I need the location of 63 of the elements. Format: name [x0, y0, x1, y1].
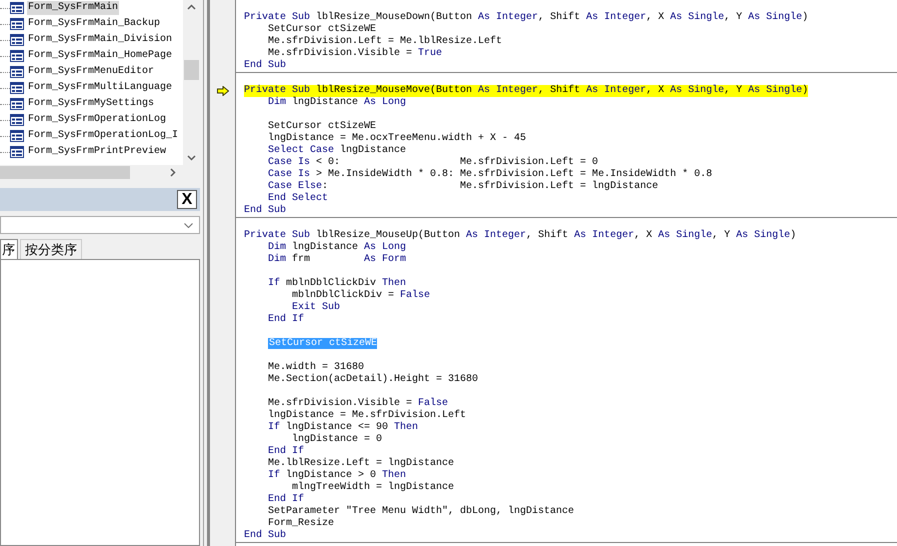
code-line: Private Sub lblResize_MouseUp(Button As Integer, Shift As Integer, X As Single, Y As Single)	[244, 230, 796, 242]
property-tab[interactable]: 序	[0, 239, 18, 259]
code-line: SetParameter "Tree Menu Width", dbLong, lngDistance	[267, 506, 574, 518]
code-line: Me.width = 31680	[267, 362, 364, 374]
code-line: lngDistance = 0	[291, 434, 382, 446]
code-line: Dim frm As Form	[267, 254, 406, 266]
code-line: Case Is < 0: Me.sfrDivision.Left = 0	[267, 157, 598, 168]
tree-item[interactable]: Form_SysFrmMain	[27, 1, 120, 15]
code-editor[interactable]	[236, 0, 897, 546]
code-line: End Select	[267, 193, 328, 204]
property-tab[interactable]: 按分类序	[20, 239, 82, 259]
form-icon	[10, 18, 24, 30]
tree-item[interactable]: Form_SysFrmMain_Division	[27, 33, 174, 47]
code-line: Dim lngDistance As Long	[267, 97, 406, 109]
form-icon	[10, 146, 24, 158]
code-line: Me.sfrDivision.Visible = True	[267, 48, 442, 60]
code-line: Case Else: Me.sfrDivision.Left = lngDistance	[267, 181, 658, 192]
object-dropdown[interactable]	[0, 216, 200, 234]
code-line: lngDistance = Me.sfrDivision.Left	[267, 410, 466, 422]
tree-item[interactable]: Form_SysFrmMenuEditor	[27, 65, 156, 79]
code-line: Me.sfrDivision.Left = Me.lblResize.Left	[267, 36, 502, 48]
tree-item[interactable]: Form_SysFrmMain_HomePage	[27, 49, 174, 63]
tree-item[interactable]: Form_SysFrmOperationLog	[27, 113, 168, 127]
code-line: Exit Sub	[291, 302, 340, 314]
tree-item[interactable]: Form_SysFrmPrintPreview	[27, 145, 168, 159]
vertical-scrollbar[interactable]	[183, 0, 200, 165]
form-icon	[10, 66, 24, 78]
scroll-thumb[interactable]	[184, 60, 199, 80]
code-line: End If	[267, 446, 304, 458]
form-icon	[10, 130, 24, 142]
code-line: Form_Resize	[267, 518, 334, 530]
code-line: mblnDblClickDiv = False	[291, 290, 430, 302]
scroll-thumb[interactable]	[0, 166, 130, 179]
form-icon	[10, 82, 24, 94]
code-line: Private Sub lblResize_MouseDown(Button As Integer, Shift As Integer, X As Single, Y As Single)	[244, 12, 808, 24]
form-icon	[10, 98, 24, 110]
tree-item[interactable]: Form_SysFrmMain_Backup	[27, 17, 162, 31]
code-line: End Sub	[244, 530, 286, 542]
code-line: End If	[267, 314, 304, 326]
code-line: mlngTreeWidth = lngDistance	[291, 482, 454, 494]
form-icon	[10, 114, 24, 126]
chevron-down-icon	[184, 222, 193, 228]
code-line: End Sub	[244, 205, 286, 217]
form-icon	[10, 34, 24, 46]
code-line: SetCursor ctSizeWE	[267, 121, 376, 132]
code-line: Me.lblResize.Left = lngDistance	[267, 458, 454, 470]
code-line: Case Is > Me.InsideWidth * 0.8: Me.sfrDivision.Left = Me.InsideWidth * 0.8	[267, 169, 712, 180]
tree-item[interactable]: Form_SysFrmMultiLanguage	[27, 81, 174, 95]
code-line: If lngDistance > 0 Then	[267, 470, 406, 482]
code-line: lngDistance = Me.ocxTreeMenu.width + X - 45	[267, 133, 526, 144]
code-line: Me.Section(acDetail).Height = 31680	[267, 374, 478, 386]
code-line: If mblnDblClickDiv Then	[267, 278, 406, 290]
code-line: End If	[267, 494, 304, 506]
code-line: Select Case lngDistance	[267, 145, 406, 157]
form-icon	[10, 50, 24, 62]
code-line: SetCursor ctSizeWE	[267, 24, 376, 36]
code-line: Me.sfrDivision.Visible = False	[267, 398, 448, 410]
close-button[interactable]: X	[177, 190, 197, 209]
tree-item[interactable]: Form_SysFrmMySettings	[27, 97, 156, 111]
code-line: End Sub	[244, 60, 286, 72]
code-line: Dim lngDistance As Long	[267, 242, 406, 254]
tree-item[interactable]: Form_SysFrmOperationLog_I	[27, 129, 180, 143]
code-line: If lngDistance <= 90 Then	[267, 422, 418, 434]
